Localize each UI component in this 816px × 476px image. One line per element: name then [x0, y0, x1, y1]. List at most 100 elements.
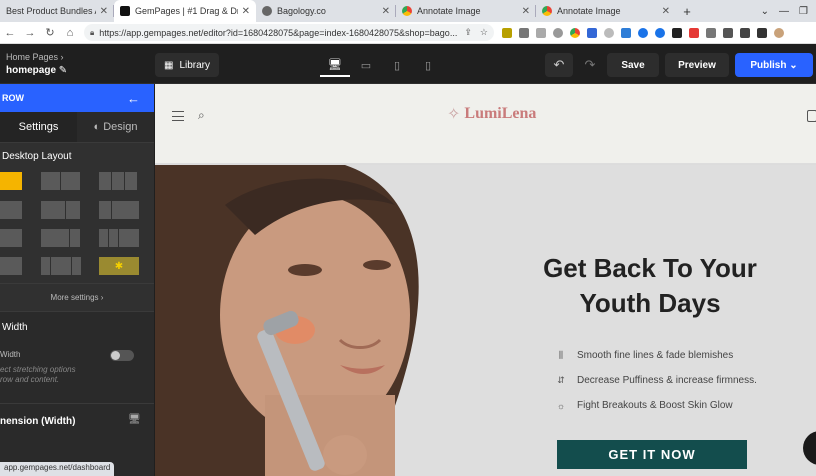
tab-search-icon[interactable]: ⌄ [761, 6, 769, 17]
extension-icon[interactable] [502, 27, 512, 38]
hero-section[interactable]: Get Back To Your Youth Days ⫼ Smooth fin… [155, 165, 816, 476]
preview-button[interactable]: Preview [665, 53, 729, 77]
sidebar-tabs: Settings ◐ Design [0, 112, 154, 142]
extension-icon[interactable] [689, 27, 699, 38]
tab-bagology[interactable]: Bagology.co ✕ [256, 0, 396, 22]
profile-avatar[interactable] [774, 27, 784, 38]
status-url: app.gempages.net/dashboard [0, 462, 115, 476]
store-header: ⌕ ✧ LumiLena [155, 84, 816, 164]
tablet-icon[interactable]: ▯ [382, 53, 412, 77]
extensions-bar [502, 27, 784, 38]
bars-icon: ⫼ [558, 350, 564, 360]
extension-icon[interactable] [553, 27, 563, 38]
extension-icon[interactable] [672, 27, 682, 38]
extension-icon[interactable] [655, 27, 665, 38]
desktop-icon[interactable]: 🖥︎ [128, 414, 141, 425]
eyedropper-icon[interactable] [723, 27, 733, 38]
back-arrow-icon[interactable]: ← [127, 91, 140, 106]
search-icon[interactable]: ⌕ [198, 108, 205, 123]
share-icon[interactable]: ⇪ [464, 27, 472, 38]
get-it-now-button[interactable]: GET IT NOW [557, 440, 747, 469]
sidepanel-icon[interactable] [757, 27, 767, 38]
chat-bubble[interactable] [803, 431, 816, 465]
edit-icon[interactable]: ✎ [59, 65, 67, 76]
close-icon[interactable]: ✕ [662, 6, 670, 17]
mobile-icon[interactable]: ▯ [413, 53, 443, 77]
layout-option-2-1[interactable] [41, 201, 80, 219]
layout-option-4col[interactable] [0, 201, 22, 219]
reload-icon[interactable]: ↻ [40, 26, 60, 39]
puzzle-icon[interactable] [740, 27, 750, 38]
palette-icon: ◐ [93, 121, 101, 133]
width-description: row and content. [0, 375, 60, 384]
undo-button[interactable]: ↶ [545, 53, 573, 77]
camera-icon[interactable] [519, 27, 529, 38]
tab-settings[interactable]: Settings [0, 112, 77, 142]
extension-icon[interactable] [621, 27, 631, 38]
extension-icon[interactable] [536, 27, 546, 38]
browser-tab-strip: Best Product Bundles Apps f ✕ GemPages |… [0, 0, 816, 22]
layout-option-1-1-2[interactable] [99, 229, 139, 247]
layout-option-1col[interactable] [0, 172, 22, 190]
chrome-icon[interactable] [570, 27, 580, 38]
section-title: nension (Width) [0, 416, 76, 427]
address-bar-row: ← → ↻ ⌂ 🔒︎ https://app.gempages.net/edit… [0, 22, 816, 44]
close-icon[interactable]: ✕ [242, 6, 250, 17]
breadcrumb[interactable]: Home Pages › [6, 52, 64, 62]
arrows-icon: ⇵ [557, 375, 565, 385]
tab-annotate-image-1[interactable]: Annotate Image ✕ [396, 0, 536, 22]
page-title[interactable]: homepage ✎ [6, 65, 67, 76]
width-label: Width [0, 350, 21, 359]
chrome-icon [542, 6, 552, 16]
width-section: Width Width ect stretching options row a… [0, 311, 154, 403]
cart-icon[interactable] [807, 110, 816, 122]
desktop-icon[interactable]: 🖥︎ [320, 53, 350, 77]
extension-icon[interactable] [706, 27, 716, 38]
gempages-icon [120, 6, 130, 16]
extension-icon[interactable] [638, 27, 648, 38]
layout-option-2col[interactable] [41, 172, 80, 190]
sparkle-icon: ✧ [447, 106, 461, 123]
layout-option-3col[interactable] [99, 172, 137, 190]
brand-logo[interactable]: ✧ LumiLena [447, 104, 536, 124]
tab-design[interactable]: ◐ Design [77, 112, 154, 142]
tab-best-product-bundles[interactable]: Best Product Bundles Apps f ✕ [0, 0, 114, 22]
new-tab-button[interactable]: + [676, 0, 698, 22]
home-icon[interactable]: ⌂ [60, 27, 80, 39]
library-button[interactable]: ▦ Library [155, 53, 219, 77]
redo-button[interactable]: ↷ [576, 53, 604, 77]
extension-icon[interactable] [604, 27, 614, 38]
page-canvas[interactable]: ⌕ ✧ LumiLena Get Back To Your Youth Days [155, 84, 816, 476]
back-icon[interactable]: ← [0, 27, 20, 39]
translate-icon[interactable] [587, 27, 597, 38]
tab-gempages[interactable]: GemPages | #1 Drag & Drop ✕ [114, 0, 256, 22]
chrome-icon [402, 6, 412, 16]
url-input[interactable]: 🔒︎ https://app.gempages.net/editor?id=16… [84, 24, 494, 41]
layout-option-5[interactable] [0, 229, 22, 247]
publish-button[interactable]: Publish ⌄ [735, 53, 813, 77]
lock-icon: 🔒︎ [90, 27, 95, 37]
restore-icon[interactable]: ❐ [799, 6, 808, 17]
close-icon[interactable]: ✕ [522, 6, 530, 17]
gear-icon: ✱ [99, 257, 139, 275]
layout-option-1-2-1[interactable] [41, 257, 81, 275]
layout-option-custom[interactable]: ✱ [99, 257, 139, 275]
laptop-icon[interactable]: ▭ [351, 53, 381, 77]
editor-toolbar: Home Pages › homepage ✎ ▦ Library 🖥︎ ▭ ▯… [0, 44, 816, 84]
save-button[interactable]: Save [607, 53, 659, 77]
grid-icon: ▦ [163, 59, 174, 71]
menu-icon[interactable] [172, 111, 184, 121]
layout-option-6[interactable] [0, 257, 22, 275]
width-toggle[interactable] [110, 350, 134, 361]
minimize-icon[interactable]: — [779, 6, 789, 17]
more-settings-link[interactable]: More settings › [0, 283, 154, 311]
layout-option-3-1[interactable] [41, 229, 80, 247]
hero-image [155, 165, 495, 476]
tab-annotate-image-2[interactable]: Annotate Image ✕ [536, 0, 676, 22]
forward-icon[interactable]: → [20, 27, 40, 39]
star-icon[interactable]: ☆ [480, 27, 488, 38]
hero-headline: Get Back To Your Youth Days [543, 253, 757, 318]
close-icon[interactable]: ✕ [100, 6, 108, 17]
layout-option-1-2[interactable] [99, 201, 139, 219]
close-icon[interactable]: ✕ [382, 6, 390, 17]
